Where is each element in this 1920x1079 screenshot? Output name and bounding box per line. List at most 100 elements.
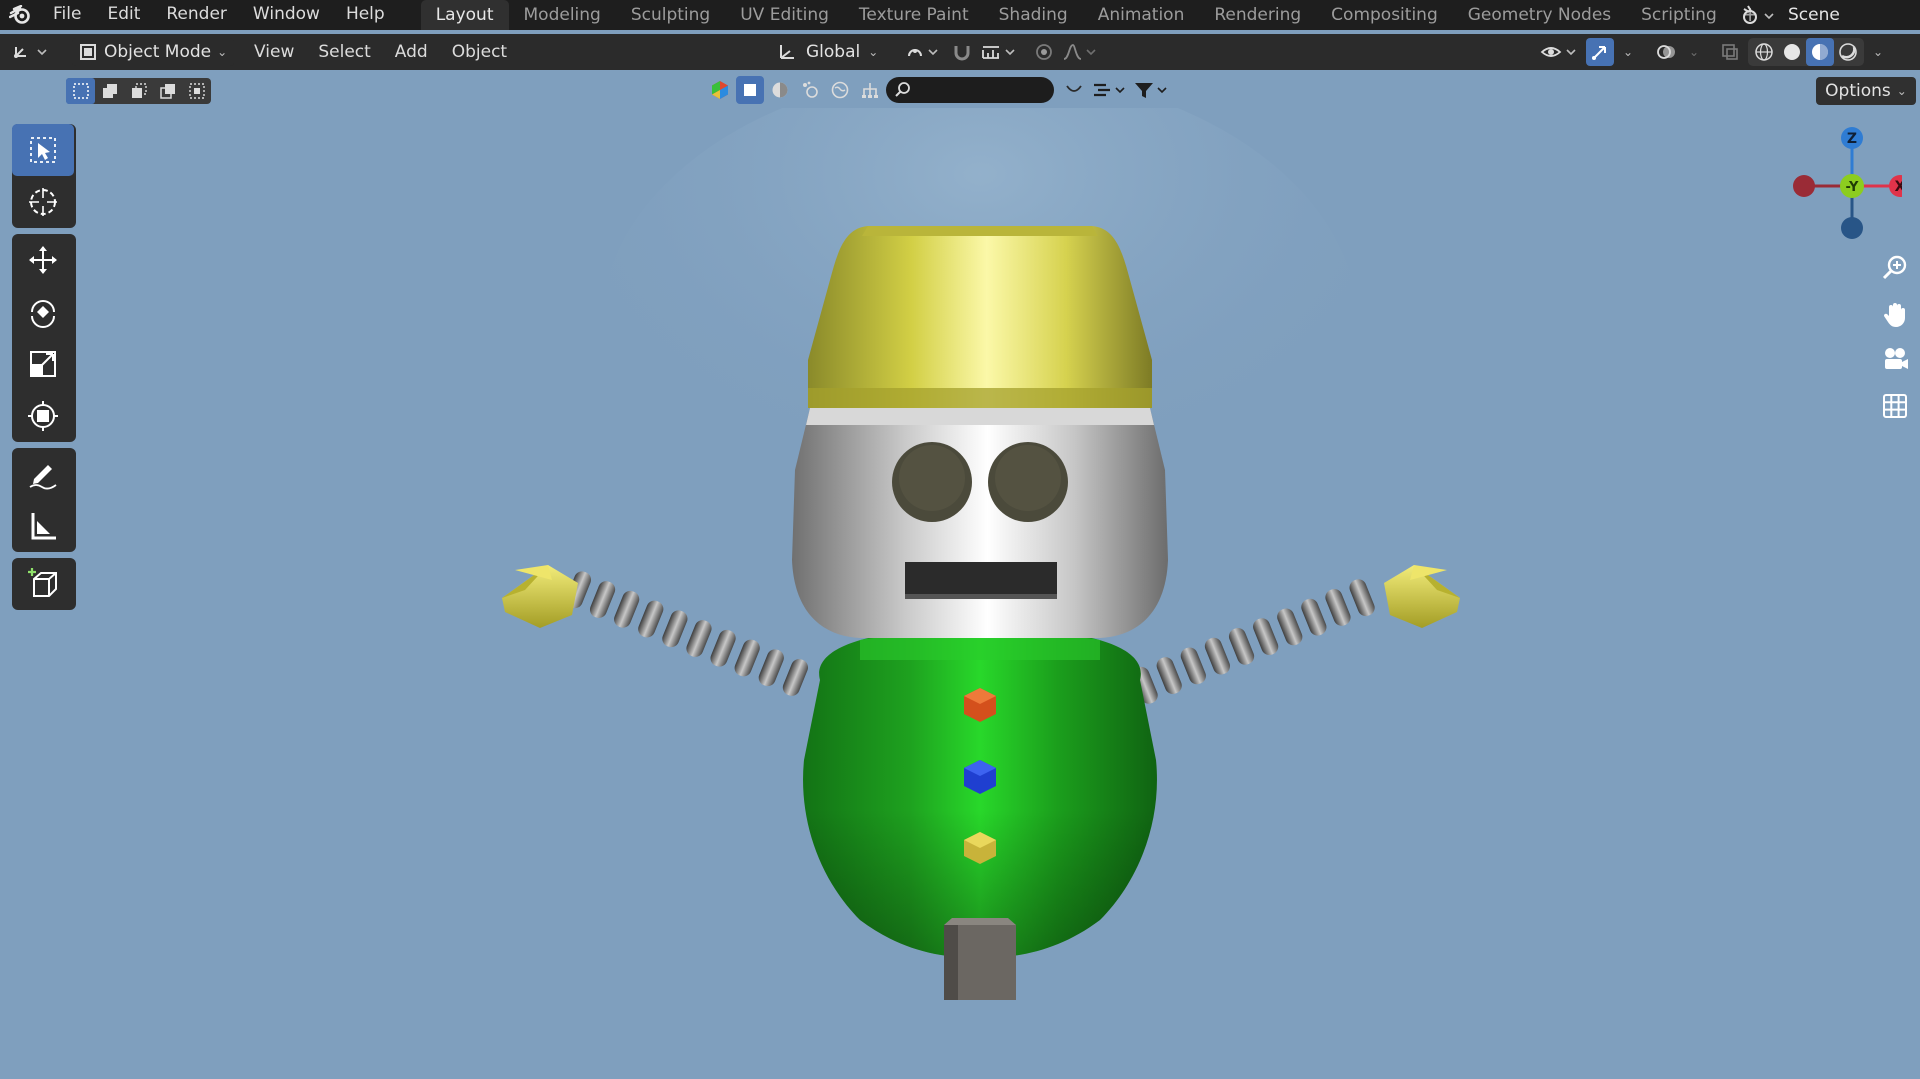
perspective-toggle-button[interactable]	[1873, 386, 1917, 426]
menu-render[interactable]: Render	[153, 0, 240, 30]
tab-compositing[interactable]: Compositing	[1316, 0, 1453, 30]
material-sphere-filter[interactable]	[766, 76, 794, 104]
select-box-tool[interactable]	[12, 124, 74, 176]
menu-view[interactable]: View	[242, 42, 306, 62]
proportional-falloff-dropdown[interactable]	[1060, 38, 1100, 66]
particles-filter[interactable]	[796, 76, 824, 104]
select-new-button[interactable]	[66, 78, 95, 104]
object-mode-icon	[80, 44, 96, 60]
tab-uv-editing[interactable]: UV Editing	[725, 0, 844, 30]
zoom-button[interactable]	[1873, 248, 1917, 288]
navigation-gizmo[interactable]: Z X -Y	[1772, 120, 1911, 250]
gizmo-toggle[interactable]	[1586, 38, 1614, 66]
tab-texture-paint[interactable]: Texture Paint	[844, 0, 984, 30]
transform-tool[interactable]	[12, 390, 74, 442]
tab-shading[interactable]: Shading	[984, 0, 1083, 30]
zoom-icon	[1882, 255, 1907, 280]
add-cube-tool[interactable]	[12, 558, 74, 610]
camera-view-button[interactable]	[1873, 340, 1917, 380]
solid-shading-button[interactable]	[1778, 38, 1806, 66]
tab-modeling[interactable]: Modeling	[509, 0, 616, 30]
cursor-icon	[29, 188, 57, 216]
tab-layout[interactable]: Layout	[420, 0, 509, 30]
viewport-header: Object Mode ⌄ View Select Add Object Glo…	[0, 34, 1920, 70]
3d-viewport[interactable]	[0, 70, 1920, 1079]
tab-scripting[interactable]: Scripting	[1626, 0, 1732, 30]
options-dropdown[interactable]: Options ⌄	[1816, 77, 1916, 105]
scale-tool[interactable]	[12, 338, 74, 390]
falloff-curve-icon	[1063, 44, 1096, 60]
menu-object[interactable]: Object	[440, 42, 519, 62]
filter-toggle[interactable]	[1060, 76, 1088, 104]
rendered-shading-button[interactable]	[1834, 38, 1862, 66]
snap-target-dropdown[interactable]	[978, 38, 1022, 66]
editor-type-button[interactable]	[10, 34, 62, 70]
rotate-tool[interactable]	[12, 286, 74, 338]
chevron-down-icon: ⌄	[1896, 84, 1907, 98]
scene-browse-button[interactable]	[1734, 2, 1780, 28]
blender-logo-icon[interactable]	[0, 0, 40, 30]
ruler-icon	[31, 513, 56, 540]
tab-rendering[interactable]: Rendering	[1199, 0, 1316, 30]
menu-help[interactable]: Help	[333, 0, 398, 30]
curve-icon	[1066, 85, 1082, 92]
tool-group-add	[12, 558, 76, 610]
visibility-dropdown[interactable]	[1538, 38, 1582, 66]
pencil-icon	[29, 465, 57, 490]
object-mode-dropdown[interactable]: Object Mode ⌄	[72, 38, 234, 66]
hierarchy-filter[interactable]	[856, 76, 884, 104]
select-extend-button[interactable]	[95, 78, 124, 104]
gizmo-options-dropdown[interactable]: ⌄	[1618, 38, 1638, 66]
search-input[interactable]	[918, 81, 1048, 99]
blender-window: File Edit Render Window Help Layout Mode…	[0, 0, 1920, 1079]
tab-animation[interactable]: Animation	[1083, 0, 1200, 30]
workspace-tabs: Layout Modeling Sculpting UV Editing Tex…	[420, 0, 1769, 30]
chevron-down-icon: ⌄	[1872, 45, 1884, 59]
pivot-point-button[interactable]	[902, 38, 946, 66]
wireframe-shading-button[interactable]	[1750, 38, 1778, 66]
tab-geometry-nodes[interactable]: Geometry Nodes	[1453, 0, 1626, 30]
object-mode-label: Object Mode	[104, 42, 212, 62]
object-filter-toggle[interactable]	[736, 76, 764, 104]
transform-orientation-dropdown[interactable]: Global ⌄	[776, 34, 878, 70]
search-icon	[895, 82, 910, 97]
overlays-dropdown[interactable]: ⌄	[1684, 38, 1704, 66]
menu-select[interactable]: Select	[306, 42, 382, 62]
overlays-toggle[interactable]	[1652, 38, 1680, 66]
viewport-menus: View Select Add Object	[242, 34, 519, 70]
shading-options-dropdown[interactable]: ⌄	[1868, 38, 1888, 66]
display-mode-dropdown[interactable]	[1090, 76, 1130, 104]
proportional-editing-toggle[interactable]	[1030, 38, 1058, 66]
select-intersect-button[interactable]	[182, 78, 211, 104]
measure-tool[interactable]	[12, 500, 74, 552]
select-invert-button[interactable]	[153, 78, 182, 104]
color-wheel-icon[interactable]	[706, 76, 734, 104]
tab-sculpting[interactable]: Sculpting	[616, 0, 725, 30]
menu-edit[interactable]: Edit	[94, 0, 153, 30]
snap-toggle[interactable]	[948, 38, 976, 66]
menu-window[interactable]: Window	[240, 0, 333, 30]
world-filter[interactable]	[826, 76, 854, 104]
select-subtract-button[interactable]	[124, 78, 153, 104]
chevron-down-icon: ⌄	[217, 45, 228, 59]
magnet-icon	[954, 46, 970, 61]
move-tool[interactable]	[12, 234, 74, 286]
gizmo-neg-x-axis[interactable]	[1793, 175, 1815, 197]
gizmo-neg-z-axis[interactable]	[1841, 217, 1863, 239]
search-field[interactable]	[886, 77, 1054, 103]
list-icon	[1094, 83, 1125, 97]
cursor-tool[interactable]	[12, 176, 74, 228]
menu-file[interactable]: File	[40, 0, 94, 30]
pivot-point-icon	[908, 49, 938, 57]
left-toolbar	[12, 124, 76, 616]
xray-toggle[interactable]	[1716, 38, 1744, 66]
world-icon	[831, 81, 849, 99]
annotate-tool[interactable]	[12, 448, 74, 500]
material-preview-button[interactable]	[1806, 38, 1834, 66]
pan-button[interactable]	[1873, 294, 1917, 334]
options-label: Options	[1825, 81, 1891, 101]
scene-name-field[interactable]: Scene	[1780, 2, 1920, 28]
menu-add[interactable]: Add	[383, 42, 440, 62]
filter-dropdown[interactable]	[1132, 76, 1172, 104]
proportional-edit-icon	[1036, 44, 1052, 60]
